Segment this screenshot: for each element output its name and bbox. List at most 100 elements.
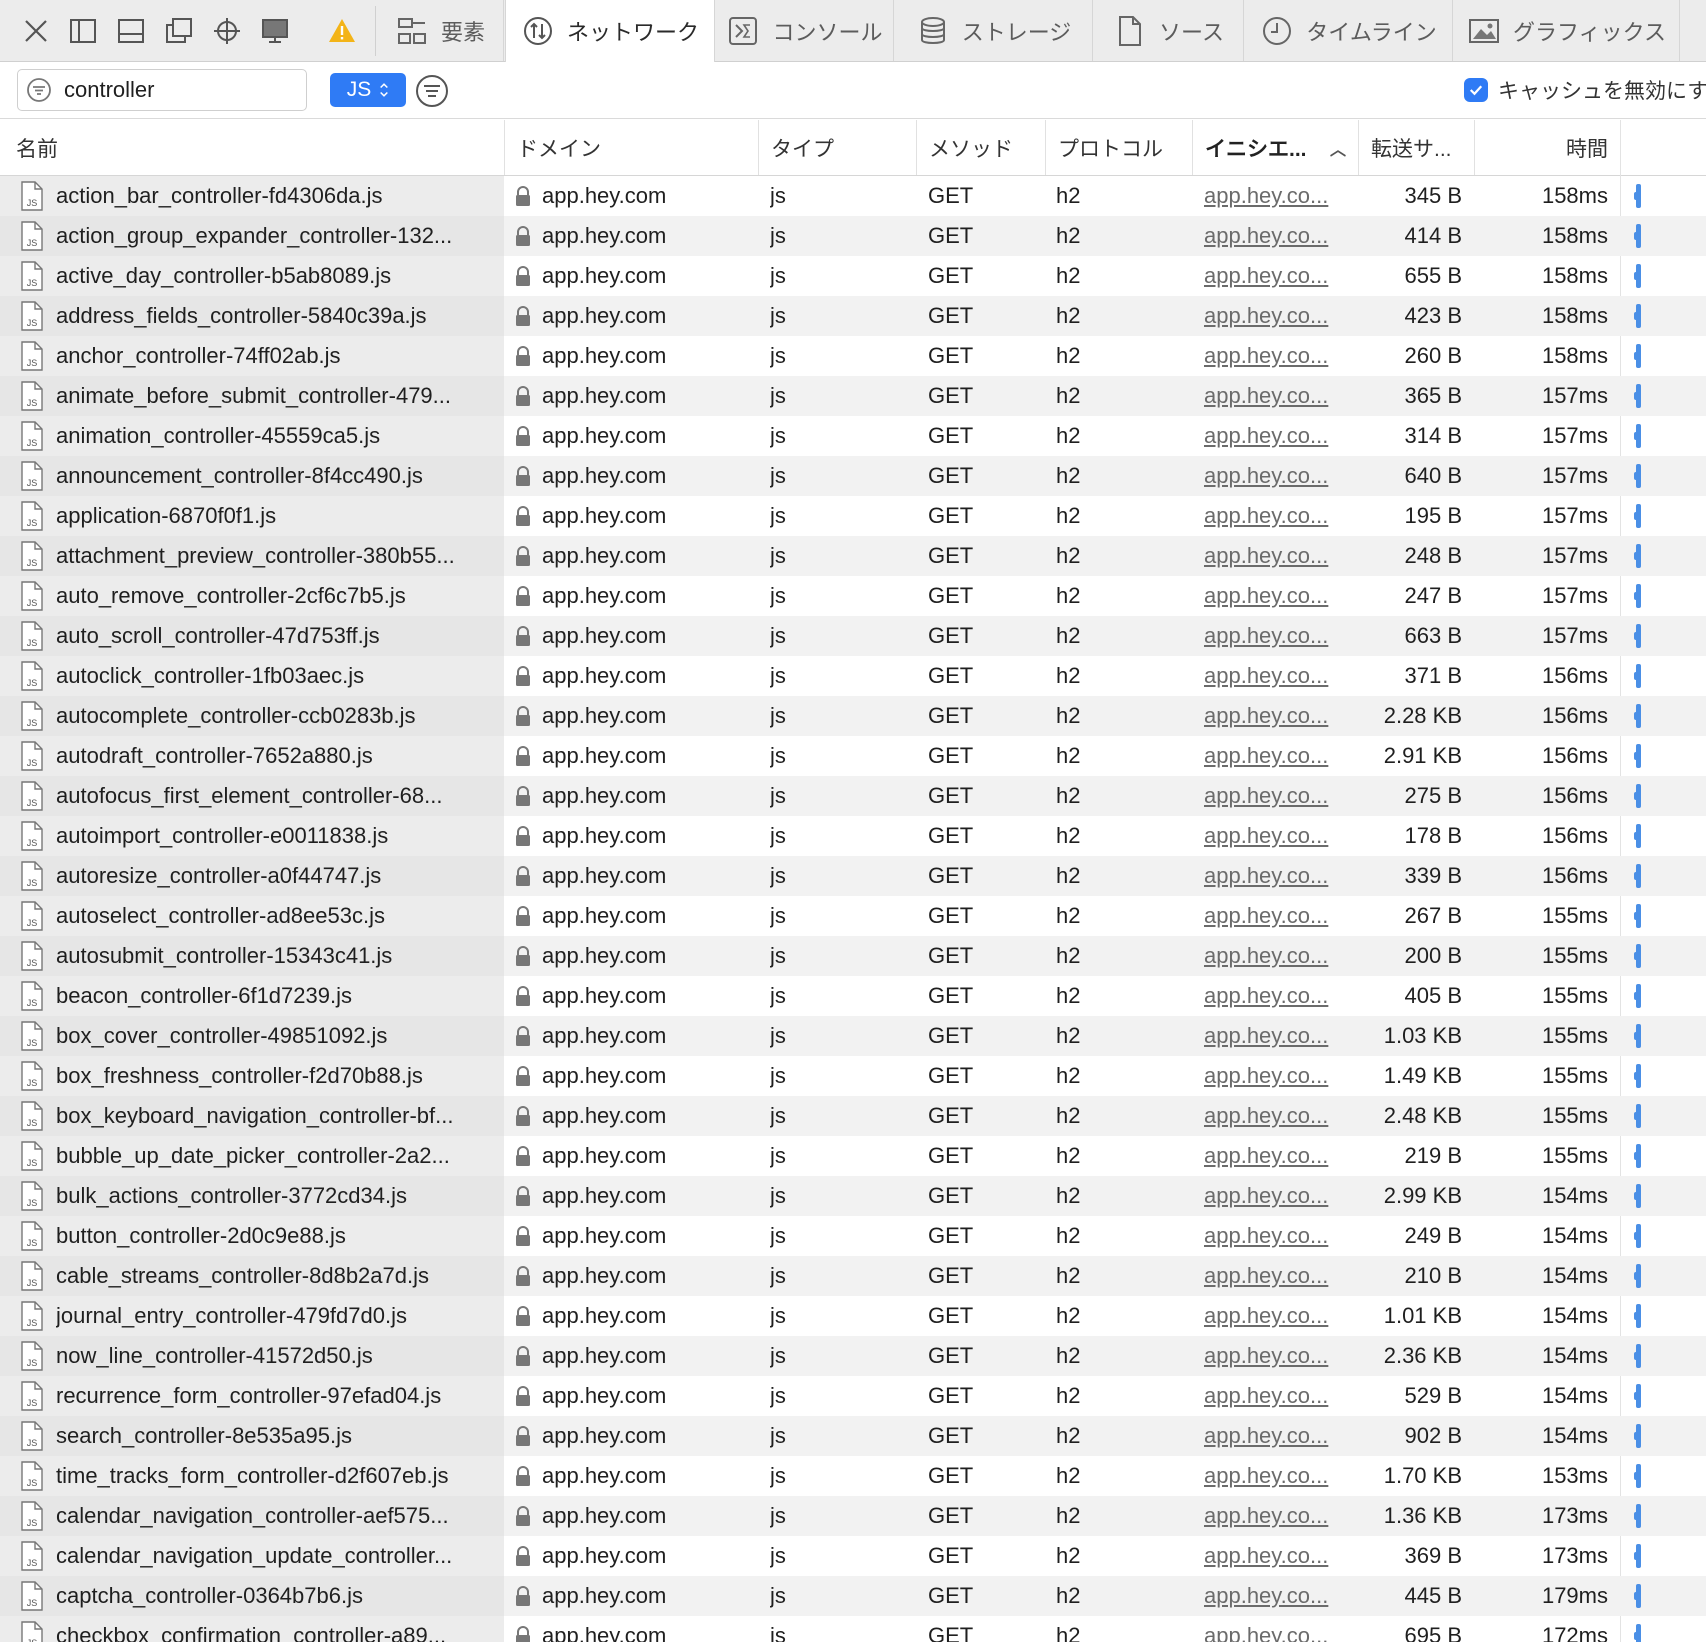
table-row[interactable]: JS journal_entry_controller-479fd7d0.js ap…	[0, 1296, 1706, 1336]
request-name-cell[interactable]: JS application-6870f0f1.js	[20, 496, 498, 536]
table-row[interactable]: JS bubble_up_date_picker_controller-2a2..…	[0, 1136, 1706, 1176]
waterfall-cell[interactable]	[1634, 776, 1646, 816]
initiator-link[interactable]: app.hey.co...	[1204, 1336, 1344, 1376]
waterfall-cell[interactable]	[1634, 896, 1646, 936]
column-header-protocol[interactable]: プロトコル	[1046, 120, 1193, 175]
table-row[interactable]: JS autofocus_first_element_controller-68.…	[0, 776, 1706, 816]
column-header-method[interactable]: メソッド	[917, 120, 1046, 175]
table-row[interactable]: JS cable_streams_controller-8d8b2a7d.js ap…	[0, 1256, 1706, 1296]
disable-cache-toggle[interactable]: キャッシュを無効にす	[1464, 75, 1706, 105]
initiator-link[interactable]: app.hey.co...	[1204, 456, 1344, 496]
waterfall-cell[interactable]	[1634, 1336, 1646, 1376]
request-name-cell[interactable]: JS captcha_controller-0364b7b6.js	[20, 1576, 498, 1616]
initiator-link[interactable]: app.hey.co...	[1204, 936, 1344, 976]
waterfall-cell[interactable]	[1634, 536, 1646, 576]
waterfall-cell[interactable]	[1634, 416, 1646, 456]
initiator-link[interactable]: app.hey.co...	[1204, 1056, 1344, 1096]
request-name-cell[interactable]: JS bulk_actions_controller-3772cd34.js	[20, 1176, 498, 1216]
initiator-link[interactable]: app.hey.co...	[1204, 1376, 1344, 1416]
table-row[interactable]: JS auto_remove_controller-2cf6c7b5.js app.…	[0, 576, 1706, 616]
request-name-cell[interactable]: JS autoselect_controller-ad8ee53c.js	[20, 896, 498, 936]
request-name-cell[interactable]: JS autoresize_controller-a0f44747.js	[20, 856, 498, 896]
table-row[interactable]: JS time_tracks_form_controller-d2f607eb.j…	[0, 1456, 1706, 1496]
request-name-cell[interactable]: JS animation_controller-45559ca5.js	[20, 416, 498, 456]
column-header-initiator[interactable]: イニシエ... ︿	[1193, 120, 1359, 175]
table-row[interactable]: JS now_line_controller-41572d50.js app.hey…	[0, 1336, 1706, 1376]
request-name-cell[interactable]: JS time_tracks_form_controller-d2f607eb.j…	[20, 1456, 498, 1496]
waterfall-cell[interactable]	[1634, 656, 1646, 696]
table-row[interactable]: JS beacon_controller-6f1d7239.js app.hey.c…	[0, 976, 1706, 1016]
waterfall-cell[interactable]	[1634, 1456, 1646, 1496]
waterfall-cell[interactable]	[1634, 816, 1646, 856]
waterfall-cell[interactable]	[1634, 1136, 1646, 1176]
initiator-link[interactable]: app.hey.co...	[1204, 1216, 1344, 1256]
table-row[interactable]: JS attachment_preview_controller-380b55..…	[0, 536, 1706, 576]
initiator-link[interactable]: app.hey.co...	[1204, 1536, 1344, 1576]
table-row[interactable]: JS autoresize_controller-a0f44747.js app.h…	[0, 856, 1706, 896]
request-name-cell[interactable]: JS autodraft_controller-7652a880.js	[20, 736, 498, 776]
disable-cache-checkbox[interactable]	[1464, 78, 1488, 102]
column-header-name[interactable]: 名前	[0, 120, 505, 175]
waterfall-cell[interactable]	[1634, 936, 1646, 976]
waterfall-cell[interactable]	[1634, 1256, 1646, 1296]
table-row[interactable]: JS autoimport_controller-e0011838.js app.h…	[0, 816, 1706, 856]
table-row[interactable]: JS action_group_expander_controller-132..…	[0, 216, 1706, 256]
initiator-link[interactable]: app.hey.co...	[1204, 536, 1344, 576]
initiator-link[interactable]: app.hey.co...	[1204, 1496, 1344, 1536]
request-name-cell[interactable]: JS autocomplete_controller-ccb0283b.js	[20, 696, 498, 736]
table-row[interactable]: JS animate_before_submit_controller-479..…	[0, 376, 1706, 416]
filter-options-icon[interactable]	[415, 74, 449, 108]
request-name-cell[interactable]: JS announcement_controller-8f4cc490.js	[20, 456, 498, 496]
waterfall-cell[interactable]	[1634, 976, 1646, 1016]
waterfall-cell[interactable]	[1634, 576, 1646, 616]
table-row[interactable]: JS search_controller-8e535a95.js app.hey.c…	[0, 1416, 1706, 1456]
request-name-cell[interactable]: JS auto_scroll_controller-47d753ff.js	[20, 616, 498, 656]
table-row[interactable]: JS application-6870f0f1.js app.hey.com js GE…	[0, 496, 1706, 536]
request-name-cell[interactable]: JS attachment_preview_controller-380b55..…	[20, 536, 498, 576]
tab-storage[interactable]: ストレージ	[895, 0, 1093, 61]
waterfall-cell[interactable]	[1634, 1376, 1646, 1416]
waterfall-cell[interactable]	[1634, 1176, 1646, 1216]
initiator-link[interactable]: app.hey.co...	[1204, 1016, 1344, 1056]
request-name-cell[interactable]: JS search_controller-8e535a95.js	[20, 1416, 498, 1456]
inspect-target-icon[interactable]	[207, 9, 247, 53]
table-row[interactable]: JS autoclick_controller-1fb03aec.js app.he…	[0, 656, 1706, 696]
table-row[interactable]: JS autocomplete_controller-ccb0283b.js app…	[0, 696, 1706, 736]
table-row[interactable]: JS autosubmit_controller-15343c41.js app.h…	[0, 936, 1706, 976]
warning-icon[interactable]	[322, 9, 362, 53]
initiator-link[interactable]: app.hey.co...	[1204, 856, 1344, 896]
request-name-cell[interactable]: JS action_bar_controller-fd4306da.js	[20, 176, 498, 216]
waterfall-cell[interactable]	[1634, 256, 1646, 296]
table-row[interactable]: JS captcha_controller-0364b7b6.js app.hey.…	[0, 1576, 1706, 1616]
search-field[interactable]	[17, 69, 307, 111]
initiator-link[interactable]: app.hey.co...	[1204, 1256, 1344, 1296]
request-name-cell[interactable]: JS box_cover_controller-49851092.js	[20, 1016, 498, 1056]
request-name-cell[interactable]: JS box_freshness_controller-f2d70b88.js	[20, 1056, 498, 1096]
request-name-cell[interactable]: JS checkbox_confirmation_controller-a89..…	[20, 1616, 498, 1642]
table-row[interactable]: JS recurrence_form_controller-97efad04.js…	[0, 1376, 1706, 1416]
initiator-link[interactable]: app.hey.co...	[1204, 616, 1344, 656]
waterfall-cell[interactable]	[1634, 296, 1646, 336]
resource-type-select[interactable]: JS	[330, 73, 406, 107]
column-header-domain[interactable]: ドメイン	[505, 120, 759, 175]
table-row[interactable]: JS checkbox_confirmation_controller-a89..…	[0, 1616, 1706, 1642]
table-row[interactable]: JS autodraft_controller-7652a880.js app.he…	[0, 736, 1706, 776]
column-header-time[interactable]: 時間	[1475, 120, 1621, 175]
request-name-cell[interactable]: JS action_group_expander_controller-132..…	[20, 216, 498, 256]
column-header-type[interactable]: タイプ	[759, 120, 917, 175]
waterfall-cell[interactable]	[1634, 336, 1646, 376]
close-icon[interactable]	[16, 9, 56, 53]
request-name-cell[interactable]: JS autoclick_controller-1fb03aec.js	[20, 656, 498, 696]
waterfall-cell[interactable]	[1634, 216, 1646, 256]
request-name-cell[interactable]: JS autoimport_controller-e0011838.js	[20, 816, 498, 856]
table-row[interactable]: JS address_fields_controller-5840c39a.js a…	[0, 296, 1706, 336]
tab-graphics[interactable]: グラフィックス	[1454, 0, 1680, 61]
table-row[interactable]: JS calendar_navigation_controller-aef575.…	[0, 1496, 1706, 1536]
table-row[interactable]: JS animation_controller-45559ca5.js app.he…	[0, 416, 1706, 456]
waterfall-cell[interactable]	[1634, 176, 1646, 216]
initiator-link[interactable]: app.hey.co...	[1204, 896, 1344, 936]
waterfall-cell[interactable]	[1634, 456, 1646, 496]
table-row[interactable]: JS box_cover_controller-49851092.js app.he…	[0, 1016, 1706, 1056]
initiator-link[interactable]: app.hey.co...	[1204, 816, 1344, 856]
waterfall-cell[interactable]	[1634, 1096, 1646, 1136]
